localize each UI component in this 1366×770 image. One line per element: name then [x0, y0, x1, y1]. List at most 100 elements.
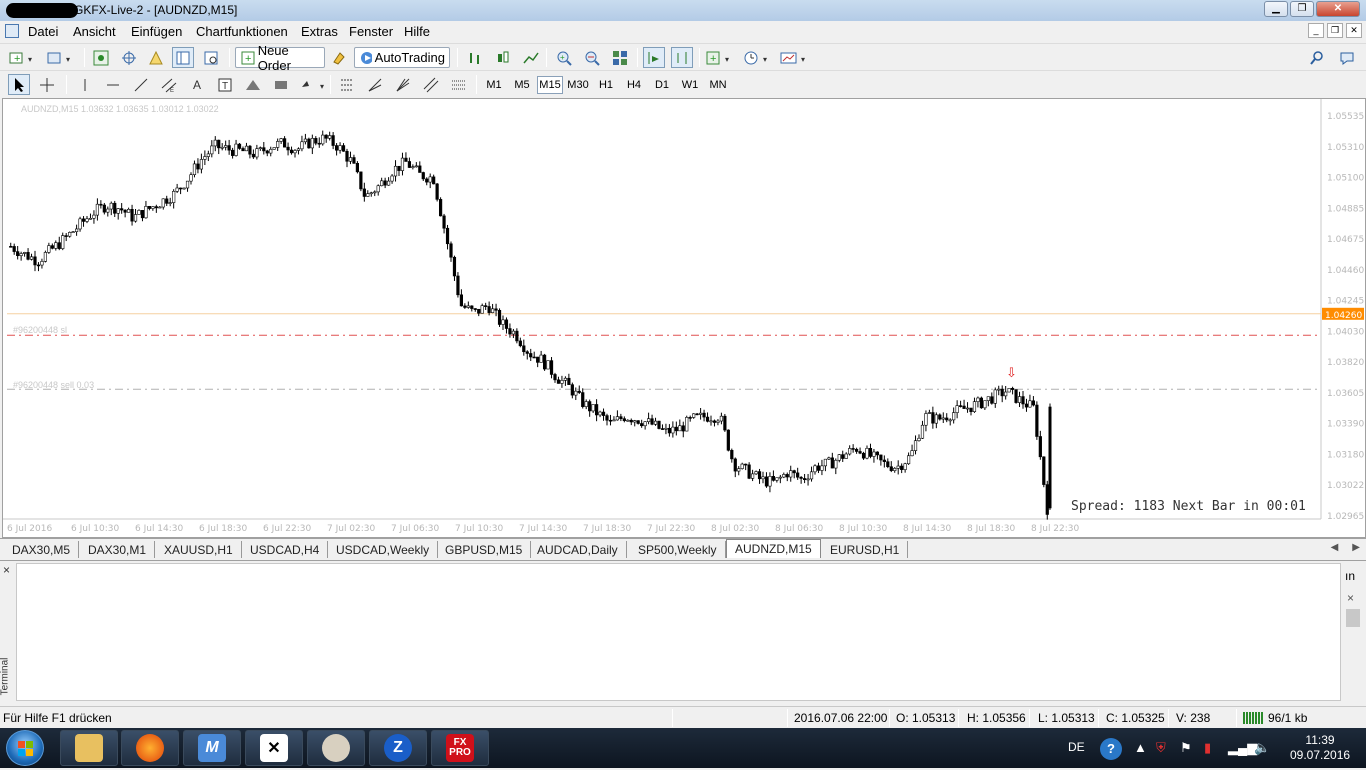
candlestick-chart-icon[interactable]	[492, 47, 514, 68]
candle-body	[719, 415, 723, 422]
timeframe-mn[interactable]: MN	[705, 76, 731, 94]
text-icon[interactable]: A	[186, 74, 208, 95]
power-icon[interactable]: ▮	[1204, 740, 1211, 756]
tab-eurusd-h1[interactable]: EURUSD,H1	[822, 541, 909, 558]
timeframe-d1[interactable]: D1	[649, 76, 675, 94]
tab-usdcad-h4[interactable]: USDCAD,H4	[242, 541, 329, 558]
taskbar-fxpro[interactable]: FX PRO	[431, 730, 489, 766]
menu-einfuegen[interactable]: Einfügen	[131, 24, 182, 39]
candle-body	[75, 228, 79, 233]
timeframe-w1[interactable]: W1	[677, 76, 703, 94]
new-chart-icon[interactable]: + ▾	[8, 47, 38, 68]
crosshair-nav-icon[interactable]	[118, 47, 140, 68]
child-close-button[interactable]: ✕	[1346, 23, 1362, 38]
tester-icon[interactable]	[200, 47, 222, 68]
tab-scroll-left-icon[interactable]: ◀	[1331, 542, 1339, 553]
tile-windows-icon[interactable]	[609, 47, 631, 68]
taskbar-metatrader[interactable]: M	[183, 730, 241, 766]
taskbar-firefox[interactable]	[121, 730, 179, 766]
taskbar-xtrade[interactable]: ✕	[245, 730, 303, 766]
auto-scroll-icon[interactable]	[643, 47, 665, 68]
andrews-pitchfork-icon[interactable]	[420, 74, 442, 95]
menu-fenster[interactable]: Fenster	[349, 24, 393, 39]
vertical-line-icon[interactable]	[74, 74, 96, 95]
new-order-button[interactable]: + Neue Order	[235, 43, 325, 73]
show-hidden-icons-icon[interactable]: ▲	[1134, 740, 1147, 755]
tab-usdcad-weekly[interactable]: USDCAD,Weekly	[328, 541, 439, 558]
tab-gbpusd-m15[interactable]: GBPUSD,M15	[437, 541, 532, 558]
equidistant-channel-icon[interactable]: E	[158, 74, 180, 95]
market-watch-icon[interactable]	[90, 47, 112, 68]
crosshair-icon[interactable]	[36, 74, 58, 95]
timeframe-m15[interactable]: M15	[537, 76, 563, 94]
menu-extras[interactable]: Extras	[301, 24, 338, 39]
menu-chartfunktionen[interactable]: Chartfunktionen	[196, 24, 288, 39]
indicators-icon[interactable]: + ▾	[705, 47, 735, 68]
tab-sp500-weekly[interactable]: SP500,Weekly	[630, 541, 726, 558]
bar-chart-icon[interactable]	[464, 47, 486, 68]
chart-shift-icon[interactable]	[671, 47, 693, 68]
timeframe-m5[interactable]: M5	[509, 76, 535, 94]
child-restore-button[interactable]: ❐	[1327, 23, 1343, 38]
fibonacci-retracement-icon[interactable]	[336, 74, 358, 95]
fibonacci-channel-icon[interactable]	[448, 74, 470, 95]
line-chart-icon[interactable]	[520, 47, 542, 68]
tab-xauusd-h1[interactable]: XAUUSD,H1	[156, 541, 242, 558]
start-button[interactable]	[6, 730, 44, 766]
taskbar-zorro[interactable]: Z	[369, 730, 427, 766]
gann-fan-icon[interactable]	[392, 74, 414, 95]
candle-body	[889, 466, 893, 471]
tab-dax30-m1[interactable]: DAX30,M1	[80, 541, 156, 558]
minimize-button[interactable]: ▁	[1264, 1, 1288, 17]
arrows-dropdown-icon[interactable]: ▾	[300, 74, 330, 95]
chart-window[interactable]: 1.05535 1.05310 1.05100 1.04885 1.04675 1.044…	[2, 98, 1366, 538]
network-signal-icon[interactable]: ▂▄▆	[1228, 740, 1257, 756]
taskbar-paint[interactable]	[307, 730, 365, 766]
rectangle-icon[interactable]	[270, 74, 292, 95]
menu-hilfe[interactable]: Hilfe	[404, 24, 430, 39]
triangle-icon[interactable]	[242, 74, 264, 95]
taskbar-clock[interactable]: 11:39 09.07.2016	[1290, 733, 1350, 763]
tab-dax30-m5[interactable]: DAX30,M5	[4, 541, 80, 558]
text-label-icon[interactable]: T	[214, 74, 236, 95]
trendline-icon[interactable]	[130, 74, 152, 95]
fibonacci-fan-icon[interactable]	[364, 74, 386, 95]
navigator-icon[interactable]	[172, 47, 194, 68]
templates-icon[interactable]: ▾	[780, 47, 810, 68]
horizontal-line-icon[interactable]	[102, 74, 124, 95]
time-tick-label: 6 Jul 22:30	[263, 524, 312, 534]
terminal-scrollbar[interactable]	[1346, 609, 1360, 627]
tab-scroll-right-icon[interactable]: ▶	[1352, 542, 1360, 553]
periods-clock-icon[interactable]: ▾	[743, 47, 773, 68]
search-icon[interactable]	[1306, 47, 1328, 68]
timeframe-m1[interactable]: M1	[481, 76, 507, 94]
cursor-icon[interactable]	[8, 74, 30, 95]
timeframe-m30[interactable]: M30	[565, 76, 591, 94]
candle-body	[1024, 403, 1029, 408]
language-indicator[interactable]: DE	[1068, 740, 1085, 754]
timeframe-h4[interactable]: H4	[621, 76, 647, 94]
tab-audcad-daily[interactable]: AUDCAD,Daily	[529, 541, 627, 558]
taskbar-explorer[interactable]	[60, 730, 118, 766]
expert-advisor-icon[interactable]	[328, 47, 350, 68]
zoom-in-icon[interactable]: +	[553, 47, 575, 68]
price-chart[interactable]: 1.05535 1.05310 1.05100 1.04885 1.04675 1.044…	[3, 99, 1365, 537]
data-window-icon[interactable]	[145, 47, 167, 68]
maximize-button[interactable]: ❐	[1290, 1, 1314, 17]
volume-icon[interactable]: 🔈	[1254, 740, 1270, 756]
help-icon[interactable]: ?	[1100, 738, 1122, 760]
close-button[interactable]: ✕	[1316, 1, 1360, 17]
autotrading-button[interactable]: AutoTrading	[354, 47, 450, 68]
menu-datei[interactable]: Datei	[28, 24, 58, 39]
terminal-right-close-icon[interactable]: ×	[1347, 591, 1354, 605]
zoom-out-icon[interactable]	[581, 47, 603, 68]
action-center-flag-icon[interactable]: ⚑	[1180, 740, 1192, 756]
profiles-icon[interactable]: ▾	[46, 47, 76, 68]
terminal-close-icon[interactable]: ×	[3, 563, 10, 577]
antivirus-icon[interactable]: ⛨	[1156, 740, 1166, 756]
timeframe-h1[interactable]: H1	[593, 76, 619, 94]
tab-audnzd-m15[interactable]: AUDNZD,M15	[726, 539, 821, 558]
menu-ansicht[interactable]: Ansicht	[73, 24, 116, 39]
child-minimize-button[interactable]: _	[1308, 23, 1324, 38]
chat-icon[interactable]	[1336, 47, 1358, 68]
